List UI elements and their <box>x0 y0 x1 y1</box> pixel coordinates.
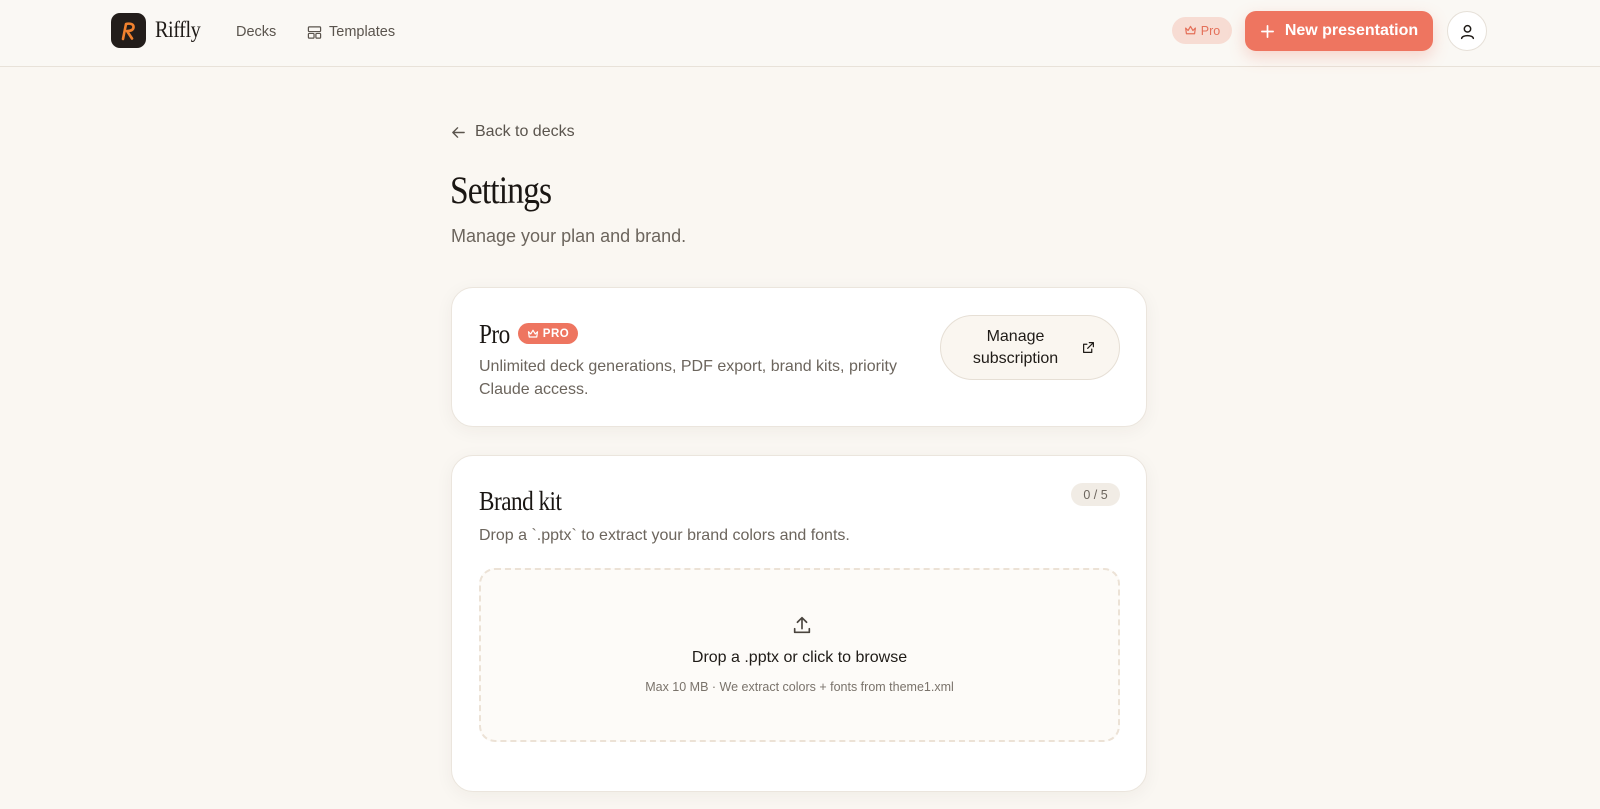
dropzone-title: Drop a .pptx or click to browse <box>691 649 908 666</box>
crown-icon <box>527 329 538 338</box>
plan-card: Pro PRO Unlimited deck generations, PDF … <box>451 287 1147 427</box>
crown-icon <box>1184 25 1196 35</box>
plus-icon <box>1260 24 1274 38</box>
top-bar: Riffly Decks Templates Pro New presentat… <box>0 0 1600 67</box>
pro-badge-label: PRO <box>542 327 570 340</box>
brand-kit-title: Brand kit <box>479 486 562 516</box>
nav-decks-label: Decks <box>236 24 277 40</box>
nav-decks[interactable]: Decks <box>236 21 276 43</box>
plan-description: Unlimited deck generations, PDF export, … <box>479 358 897 398</box>
back-to-decks-link[interactable]: Back to decks <box>451 121 575 143</box>
arrow-left-icon <box>452 126 465 138</box>
page-title: Settings <box>450 169 552 212</box>
brand-name[interactable]: Riffly <box>155 17 201 43</box>
logo-icon[interactable] <box>111 13 146 48</box>
external-link-icon <box>1082 342 1094 353</box>
pro-plan-pill[interactable]: Pro <box>1172 17 1232 44</box>
pro-badge: PRO <box>518 323 578 344</box>
layout-grid-icon <box>307 25 322 39</box>
back-to-decks-label: Back to decks <box>475 123 575 140</box>
brand-kit-card: Brand kit 0 / 5 Drop a `.pptx` to extrac… <box>451 455 1147 792</box>
new-presentation-label: New presentation <box>1284 22 1419 39</box>
brand-kit-description: Drop a `.pptx` to extract your brand col… <box>479 527 850 544</box>
page-subtitle: Manage your plan and brand. <box>451 226 687 246</box>
pro-pill-label: Pro <box>1200 23 1221 38</box>
manage-subscription-label: Manage subscription <box>972 327 1059 367</box>
manage-subscription-button[interactable]: Manage subscription <box>940 315 1120 380</box>
dropzone-hint: Max 10 MB · We extract colors + fonts fr… <box>645 680 954 694</box>
plan-title: Pro <box>479 319 510 349</box>
user-menu-button[interactable] <box>1447 11 1487 51</box>
pptx-dropzone[interactable]: Drop a .pptx or click to browse Max 10 M… <box>479 568 1120 742</box>
upload-icon <box>793 616 811 634</box>
brand-kit-count: 0 / 5 <box>1071 483 1120 506</box>
nav-templates[interactable]: Templates <box>307 21 395 43</box>
new-presentation-button[interactable]: New presentation <box>1245 11 1433 51</box>
user-icon <box>1460 24 1474 39</box>
nav-templates-label: Templates <box>329 24 396 40</box>
